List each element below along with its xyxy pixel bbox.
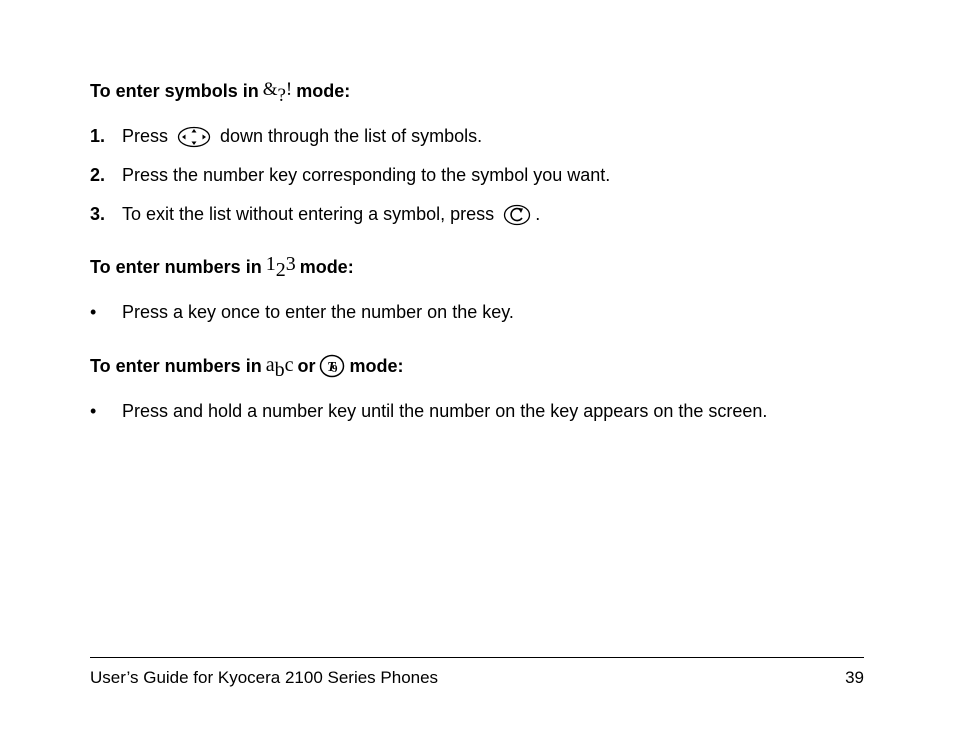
t9-mode-icon: T 9 — [319, 354, 345, 378]
heading-text-pre: To enter numbers in — [90, 356, 262, 377]
heading-enter-numbers-abc-t9: To enter numbers in abc or T 9 mode: — [90, 354, 864, 378]
step-number: 2. — [90, 162, 122, 189]
step-text-pre: To exit the list without entering a symb… — [122, 201, 499, 228]
heading-text-post: mode: — [349, 356, 403, 377]
back-key-icon — [503, 204, 531, 226]
nav-key-icon — [177, 126, 211, 148]
page-number: 39 — [845, 668, 864, 688]
step-number: 1. — [90, 123, 122, 150]
numbers-abc-list: • Press and hold a number key until the … — [90, 398, 864, 425]
bullet-icon: • — [90, 299, 122, 326]
symbol-mode-icon: &?! — [263, 80, 293, 103]
list-item: • Press a key once to enter the number o… — [90, 299, 864, 326]
page-footer: User’s Guide for Kyocera 2100 Series Pho… — [90, 657, 864, 688]
heading-enter-numbers-123: To enter numbers in 123 mode: — [90, 256, 864, 279]
heading-text-post: mode: — [300, 257, 354, 278]
list-item: • Press and hold a number key until the … — [90, 398, 864, 425]
list-item: 1. Press down through the list of symbol… — [90, 123, 864, 150]
number-mode-icon: 123 — [266, 256, 296, 279]
step-text-post: down through the list of symbols. — [215, 123, 482, 150]
bullet-text: Press a key once to enter the number on … — [122, 302, 514, 322]
abc-mode-icon: abc — [266, 355, 294, 378]
step-text-pre: Press — [122, 123, 173, 150]
list-item: 2. Press the number key corresponding to… — [90, 162, 864, 189]
heading-text-post: mode: — [296, 81, 350, 102]
step-number: 3. — [90, 201, 122, 228]
bullet-text: Press and hold a number key until the nu… — [122, 401, 767, 421]
step-text-post: . — [535, 201, 540, 228]
symbol-steps-list: 1. Press down through the list of symbol… — [90, 123, 864, 228]
numbers-123-list: • Press a key once to enter the number o… — [90, 299, 864, 326]
heading-enter-symbols: To enter symbols in &?! mode: — [90, 80, 864, 103]
footer-title: User’s Guide for Kyocera 2100 Series Pho… — [90, 668, 438, 688]
svg-text:9: 9 — [332, 363, 338, 375]
bullet-icon: • — [90, 398, 122, 425]
heading-text-mid: or — [297, 356, 315, 377]
heading-text-pre: To enter symbols in — [90, 81, 259, 102]
list-item: 3. To exit the list without entering a s… — [90, 201, 864, 228]
step-text: Press the number key corresponding to th… — [122, 165, 610, 185]
heading-text-pre: To enter numbers in — [90, 257, 262, 278]
